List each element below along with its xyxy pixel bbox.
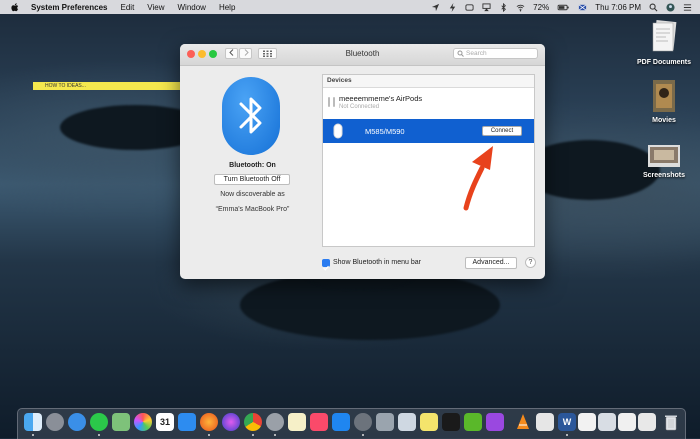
search-input[interactable]: Search — [453, 48, 538, 59]
game-icon[interactable] — [464, 413, 482, 431]
finder-icon[interactable] — [24, 413, 42, 431]
file-icon-2[interactable] — [598, 413, 616, 431]
menu-clock[interactable]: Thu 7:06 PM — [595, 3, 641, 12]
desktop-icon-screenshots[interactable]: Screenshots — [629, 145, 699, 179]
airpods-icon — [328, 97, 335, 107]
battery-icon[interactable] — [557, 3, 570, 12]
cone-icon — [517, 414, 529, 429]
stickies-icon[interactable] — [420, 413, 438, 431]
desktop-icon-label: Screenshots — [642, 172, 686, 179]
apple-icon[interactable] — [10, 2, 20, 12]
system-preferences-icon[interactable] — [266, 413, 284, 431]
desktop-icon-pdf-documents[interactable]: PDF Documents — [629, 20, 699, 66]
photos-icon[interactable] — [134, 413, 152, 431]
advanced-button[interactable]: Advanced... — [465, 257, 517, 269]
notes-icon[interactable] — [288, 413, 306, 431]
menu-app-name[interactable]: System Preferences — [31, 3, 108, 12]
checkmark-icon — [323, 265, 329, 271]
messages-icon[interactable] — [90, 413, 108, 431]
running-indicator — [32, 434, 34, 436]
running-indicator — [566, 434, 568, 436]
running-indicator — [274, 434, 276, 436]
extension-icon[interactable] — [465, 3, 474, 12]
running-indicator — [362, 434, 364, 436]
dock: 31 W — [17, 408, 686, 439]
podcasts-icon[interactable] — [486, 413, 504, 431]
desktop-icon-label: Movies — [652, 117, 676, 124]
devices-header: Devices — [323, 75, 534, 88]
running-indicator — [252, 434, 254, 436]
firefox-icon[interactable] — [200, 413, 218, 431]
desktop-icon-label: PDF Documents — [636, 59, 692, 66]
activity-monitor-icon[interactable] — [442, 413, 460, 431]
notification-center-icon[interactable] — [683, 3, 692, 12]
music-icon[interactable] — [310, 413, 328, 431]
menu-view[interactable]: View — [147, 3, 164, 12]
device-name: M585/M590 — [365, 127, 405, 136]
menu-help[interactable]: Help — [219, 3, 235, 12]
safari-icon[interactable] — [68, 413, 86, 431]
bluetooth-icon — [239, 97, 262, 134]
pdf-stack-icon — [652, 20, 677, 52]
desktop-icon-movies[interactable]: Movies — [629, 80, 699, 124]
menu-bar: System Preferences Edit View Window Help… — [0, 0, 700, 14]
vlc-icon[interactable] — [514, 413, 532, 431]
maps-icon[interactable] — [112, 413, 130, 431]
user-avatar-icon[interactable] — [666, 2, 675, 12]
running-indicator — [98, 434, 100, 436]
bluetooth-menu-icon[interactable] — [499, 2, 508, 12]
window-titlebar[interactable]: Bluetooth Search — [180, 44, 545, 66]
sticky-note[interactable]: HOW TO IDEAS... — [33, 82, 185, 90]
screenshot-thumbnail-icon — [648, 145, 680, 167]
file-icon-1[interactable] — [578, 413, 596, 431]
running-indicator — [208, 434, 210, 436]
help-button[interactable]: ? — [525, 257, 536, 268]
device-status: Not Connected — [339, 104, 380, 110]
launchpad-icon[interactable] — [46, 413, 64, 431]
app-store-2-icon[interactable] — [332, 413, 350, 431]
calendar-icon[interactable]: 31 — [156, 413, 174, 431]
airplay-icon[interactable] — [482, 2, 491, 12]
document-icon[interactable] — [536, 413, 554, 431]
disk-utility-icon[interactable] — [376, 413, 394, 431]
bluetooth-logo — [222, 77, 280, 155]
preview-icon[interactable] — [398, 413, 416, 431]
menu-window[interactable]: Window — [178, 3, 206, 12]
search-icon — [457, 50, 464, 57]
show-in-menubar-label[interactable]: Show Bluetooth in menu bar — [333, 259, 421, 266]
app-store-icon[interactable] — [178, 413, 196, 431]
location-icon[interactable] — [431, 3, 440, 12]
flag-icon[interactable] — [578, 3, 587, 12]
turn-bluetooth-off-button[interactable]: Turn Bluetooth Off — [214, 174, 290, 185]
connect-button[interactable]: Connect — [482, 126, 522, 136]
annotation-arrow-icon — [463, 146, 493, 211]
chrome-icon[interactable] — [244, 413, 262, 431]
trash-icon[interactable] — [662, 413, 680, 431]
wifi-icon[interactable] — [516, 3, 525, 12]
battery-percent[interactable]: 72% — [533, 3, 549, 12]
search-placeholder: Search — [466, 50, 487, 57]
device-name: meeeemmeme's AirPods — [339, 94, 423, 103]
word-icon[interactable]: W — [558, 413, 576, 431]
bluetooth-status: Bluetooth: On — [229, 162, 276, 169]
show-in-menubar-checkbox[interactable] — [322, 259, 330, 271]
device-row-mouse[interactable]: M585/M590 Connect — [323, 119, 534, 143]
menu-extras: 72% Thu 7:06 PM — [431, 0, 692, 14]
device-row-airpods[interactable]: meeeemmeme's AirPods Not Connected — [323, 88, 534, 118]
menu-edit[interactable]: Edit — [121, 3, 135, 12]
file-icon-3[interactable] — [618, 413, 636, 431]
spotlight-icon[interactable] — [649, 3, 658, 12]
file-icon-4[interactable] — [638, 413, 656, 431]
siri-icon[interactable] — [222, 413, 240, 431]
discoverable-label: Now discoverable as — [220, 191, 285, 198]
mouse-icon — [333, 123, 343, 139]
device-name-label: “Emma's MacBook Pro” — [215, 206, 290, 213]
devices-list: Devices meeeemmeme's AirPods Not Connect… — [322, 74, 535, 247]
settings-icon[interactable] — [354, 413, 372, 431]
movies-thumbnail-icon — [653, 80, 675, 112]
trash-can-icon — [665, 415, 677, 431]
bolt-icon[interactable] — [448, 2, 457, 12]
